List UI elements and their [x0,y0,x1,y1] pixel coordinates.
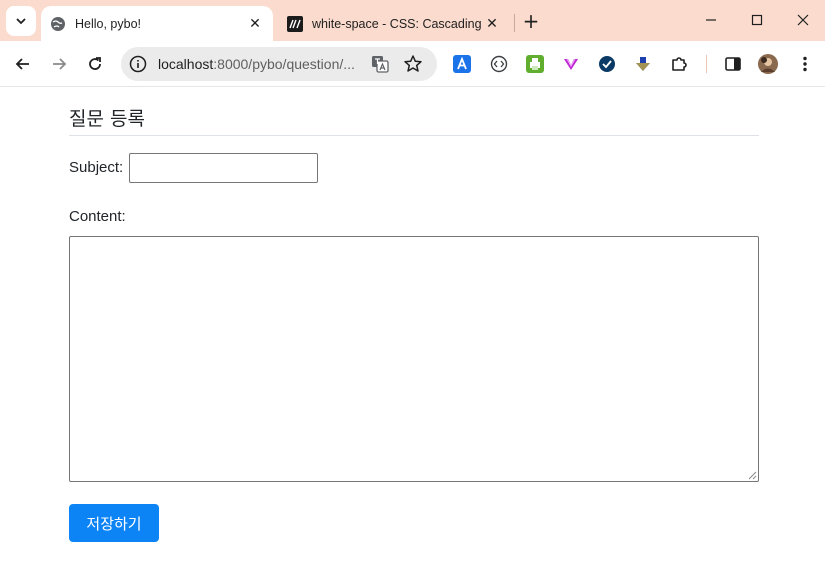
reload-icon [89,57,101,70]
close-icon [797,14,809,26]
browser-toolbar: localhost:8000/pybo/question/... [0,41,825,87]
sidepanel-icon[interactable] [723,54,743,74]
page-title: 질문 등록 [69,108,145,130]
content-textarea[interactable] [69,236,759,482]
close-window-button[interactable] [780,0,825,40]
subject-input[interactable] [129,153,318,183]
close-tab-icon[interactable]: ✕ [482,14,502,34]
menu-icon[interactable] [795,54,815,74]
reload-button[interactable] [81,50,109,78]
forward-button[interactable] [45,50,73,78]
tab-white-space-css[interactable]: white-space - CSS: Cascading S ✕ [278,6,510,41]
profile-avatar[interactable] [758,54,778,74]
title-divider [69,135,759,136]
content-label: Content: [69,208,126,225]
page-content: 질문 등록 Subject: Content: 저장하기 [0,87,825,577]
close-tab-icon[interactable]: ✕ [245,14,265,34]
maximize-icon [751,14,763,26]
globe-icon [50,16,66,32]
tab-title: white-space - CSS: Cascading S [312,16,482,31]
site-info-icon[interactable] [129,55,147,73]
save-button[interactable]: 저장하기 [69,504,159,542]
download-arrow-icon[interactable] [633,54,653,74]
bookmark-star-icon[interactable] [403,54,423,74]
mdn-icon [287,15,303,32]
tab-strip: Hello, pybo! ✕ white-space - CSS: Cascad… [0,0,825,41]
tab-separator [514,14,515,32]
url-text: localhost:8000/pybo/question/... [158,56,355,72]
maximize-button[interactable] [734,0,780,40]
puzzle-icon[interactable] [669,54,689,74]
toolbar-separator [706,55,707,73]
check-circle-icon[interactable] [597,54,617,74]
back-button[interactable] [9,50,37,78]
new-tab-button[interactable]: + [520,9,542,33]
subject-label: Subject: [69,159,124,176]
translate-a-icon[interactable] [452,54,472,74]
resize-grip-icon[interactable] [747,470,757,480]
print-icon[interactable] [525,54,545,74]
code-icon[interactable] [489,54,509,74]
arrow-left-icon [15,58,29,70]
vee-icon[interactable] [561,54,581,74]
minimize-button[interactable] [688,0,734,40]
chevron-down-icon [16,18,26,25]
translate-icon[interactable] [371,55,389,73]
tab-hello-pybo[interactable]: Hello, pybo! ✕ [41,6,273,41]
arrow-right-icon [53,58,67,70]
address-bar[interactable]: localhost:8000/pybo/question/... [121,47,437,81]
tab-search-button[interactable] [6,6,36,36]
minimize-icon [706,19,716,21]
tab-title: Hello, pybo! [75,16,142,31]
